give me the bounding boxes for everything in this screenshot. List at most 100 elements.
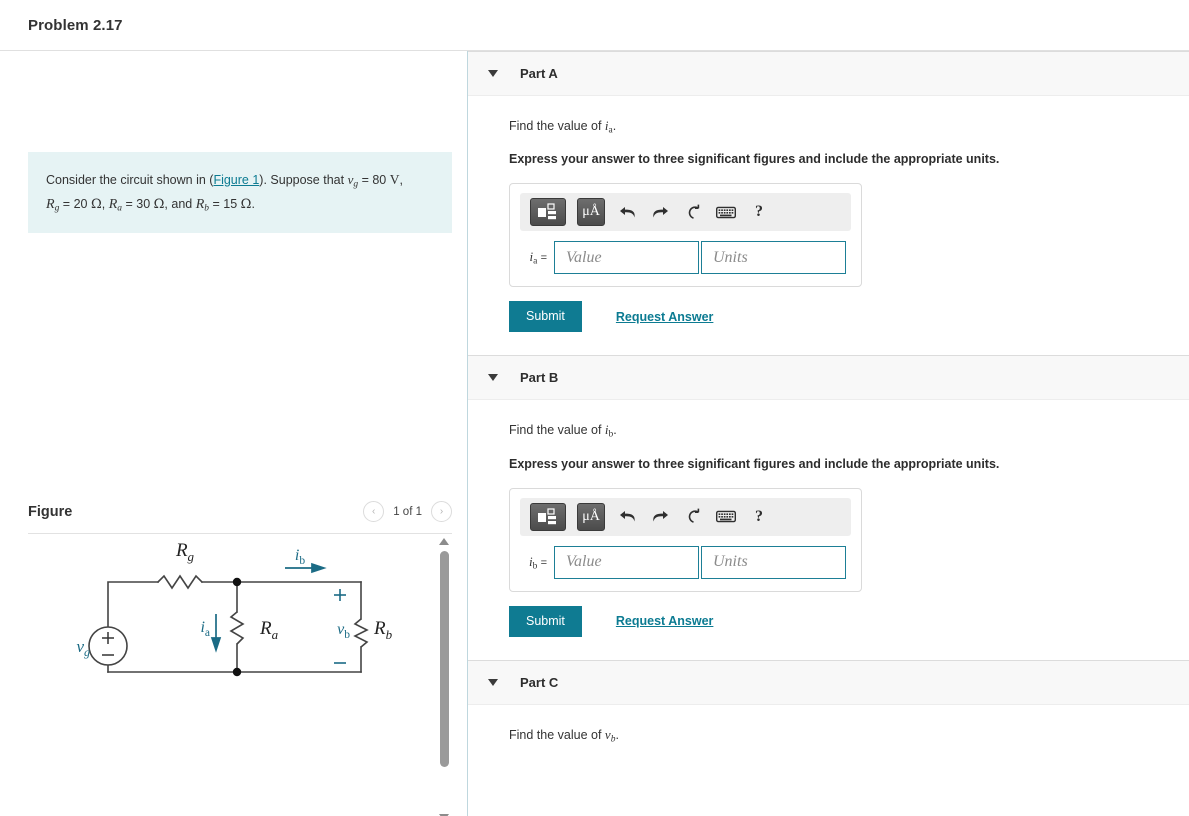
part-c-body: Find the value of vb. <box>468 705 1189 744</box>
part-b-units-input[interactable] <box>701 546 846 579</box>
circuit-node-top <box>233 578 241 586</box>
figure-toolbar: Figure ‹ 1 of 1 › <box>28 501 452 534</box>
given-value-rb: 15 <box>223 197 237 211</box>
given-unit-rb: Ω <box>241 197 252 212</box>
figure-block: Figure ‹ 1 of 1 › <box>28 501 452 816</box>
part-a-answer-box: μÅ <box>509 183 862 287</box>
caret-down-icon[interactable] <box>488 374 498 381</box>
label-ib: ib <box>295 547 305 567</box>
micro-angstrom-units-icon[interactable]: μÅ <box>577 198 605 226</box>
given-symbol-vg: vg <box>348 172 359 187</box>
left-panel: Consider the circuit shown in (Figure 1)… <box>0 51 468 816</box>
part-section-b: Part B Find the value of ib. Express you… <box>468 355 1189 636</box>
label-rg: Rg <box>175 540 195 564</box>
redo-arrow-icon[interactable] <box>649 200 671 224</box>
page-header: Problem 2.17 <box>0 0 1189 51</box>
statement-text-before: Consider the circuit shown in ( <box>46 173 213 187</box>
caret-down-icon[interactable] <box>488 679 498 686</box>
scrollbar-thumb[interactable] <box>440 551 449 767</box>
given-symbol-ra: Ra <box>109 197 122 212</box>
circuit-node-bottom <box>233 668 241 676</box>
content-split: Consider the circuit shown in (Figure 1)… <box>0 51 1189 816</box>
triangle-down-icon[interactable] <box>436 810 452 816</box>
math-template-icon[interactable] <box>530 503 566 531</box>
chevron-left-icon[interactable]: ‹ <box>363 501 384 522</box>
part-c-header[interactable]: Part C <box>468 660 1189 705</box>
chevron-right-icon[interactable]: › <box>431 501 452 522</box>
caret-down-icon[interactable] <box>488 70 498 77</box>
circuit-diagram: Rg vg ia Ra ib vb Rb <box>28 534 452 816</box>
part-a-answer-row: ia = <box>520 241 851 274</box>
math-template-icon[interactable] <box>530 198 566 226</box>
part-b-instruction: Express your answer to three significant… <box>509 457 1189 471</box>
math-template-glyph <box>537 203 559 221</box>
part-a-title: Part A <box>520 66 558 81</box>
given-symbol-rg: Rg <box>46 197 59 212</box>
figure-canvas: Rg vg ia Ra ib vb Rb <box>28 534 452 816</box>
label-vg: vg <box>76 637 90 659</box>
given-symbol-rb: Rb <box>196 197 209 212</box>
undo-arrow-icon[interactable] <box>616 200 638 224</box>
statement-text-after: ). Suppose that <box>259 173 347 187</box>
part-section-c: Part C Find the value of vb. <box>468 660 1189 744</box>
part-a-submit-button[interactable]: Submit <box>509 301 582 332</box>
part-b-title: Part B <box>520 370 558 385</box>
part-c-title: Part C <box>520 675 558 690</box>
prompt-prefix: Find the value of <box>509 423 605 437</box>
label-rb: Rb <box>373 618 393 642</box>
part-b-actions: Submit Request Answer <box>509 606 1189 637</box>
part-b-submit-button[interactable]: Submit <box>509 606 582 637</box>
current-ia-arrow <box>212 614 220 650</box>
label-vb: vb <box>337 621 350 641</box>
page-title: Problem 2.17 <box>28 17 123 34</box>
reset-circular-arrow-icon[interactable] <box>682 200 704 224</box>
prompt-symbol-ia: ia <box>605 118 613 133</box>
part-a-lhs-label: ia = <box>520 249 554 266</box>
part-b-body: Find the value of ib. Express your answe… <box>468 400 1189 636</box>
given-unit-ra: Ω <box>154 197 165 212</box>
figure-counter: 1 of 1 <box>393 506 422 518</box>
figure-1-link[interactable]: Figure 1 <box>213 173 259 187</box>
scrollbar-track[interactable] <box>436 548 452 796</box>
help-question-icon[interactable]: ? <box>748 505 770 529</box>
prompt-symbol-vb: vb <box>605 727 616 742</box>
prompt-prefix: Find the value of <box>509 728 605 742</box>
part-a-header[interactable]: Part A <box>468 51 1189 96</box>
part-b-toolbar: μÅ <box>520 498 851 536</box>
triangle-up-icon[interactable] <box>436 534 452 548</box>
prompt-prefix: Find the value of <box>509 119 605 133</box>
given-value-rg: 20 <box>74 197 88 211</box>
label-ia: ia <box>200 619 210 639</box>
part-a-request-answer-link[interactable]: Request Answer <box>616 310 713 324</box>
problem-statement: Consider the circuit shown in (Figure 1)… <box>28 152 452 233</box>
part-a-body: Find the value of ia. Express your answe… <box>468 96 1189 332</box>
part-a-instruction: Express your answer to three significant… <box>509 152 1189 166</box>
given-value-vg: 80 <box>372 173 386 187</box>
part-a-value-input[interactable] <box>554 241 699 274</box>
part-a-units-input[interactable] <box>701 241 846 274</box>
figure-heading: Figure <box>28 504 72 520</box>
part-section-a: Part A Find the value of ia. Express you… <box>468 51 1189 332</box>
given-unit-vg: V <box>390 172 400 187</box>
keyboard-icon[interactable] <box>715 505 737 529</box>
part-b-request-answer-link[interactable]: Request Answer <box>616 614 713 628</box>
keyboard-icon[interactable] <box>715 200 737 224</box>
reset-circular-arrow-icon[interactable] <box>682 505 704 529</box>
figure-scrollbar[interactable] <box>436 534 452 816</box>
micro-angstrom-units-icon[interactable]: μÅ <box>577 503 605 531</box>
part-a-prompt: Find the value of ia. <box>509 118 1189 135</box>
prompt-suffix: . <box>613 119 616 133</box>
part-a-toolbar: μÅ <box>520 193 851 231</box>
part-a-actions: Submit Request Answer <box>509 301 1189 332</box>
redo-arrow-icon[interactable] <box>649 505 671 529</box>
figure-navigation: ‹ 1 of 1 › <box>363 501 452 522</box>
part-b-lhs-label: ib = <box>520 554 554 571</box>
undo-arrow-icon[interactable] <box>616 505 638 529</box>
part-b-value-input[interactable] <box>554 546 699 579</box>
math-template-glyph <box>537 508 559 526</box>
part-b-answer-box: μÅ <box>509 488 862 592</box>
given-unit-rg: Ω <box>91 197 102 212</box>
prompt-suffix: . <box>615 728 618 742</box>
help-question-icon[interactable]: ? <box>748 200 770 224</box>
part-b-header[interactable]: Part B <box>468 355 1189 400</box>
